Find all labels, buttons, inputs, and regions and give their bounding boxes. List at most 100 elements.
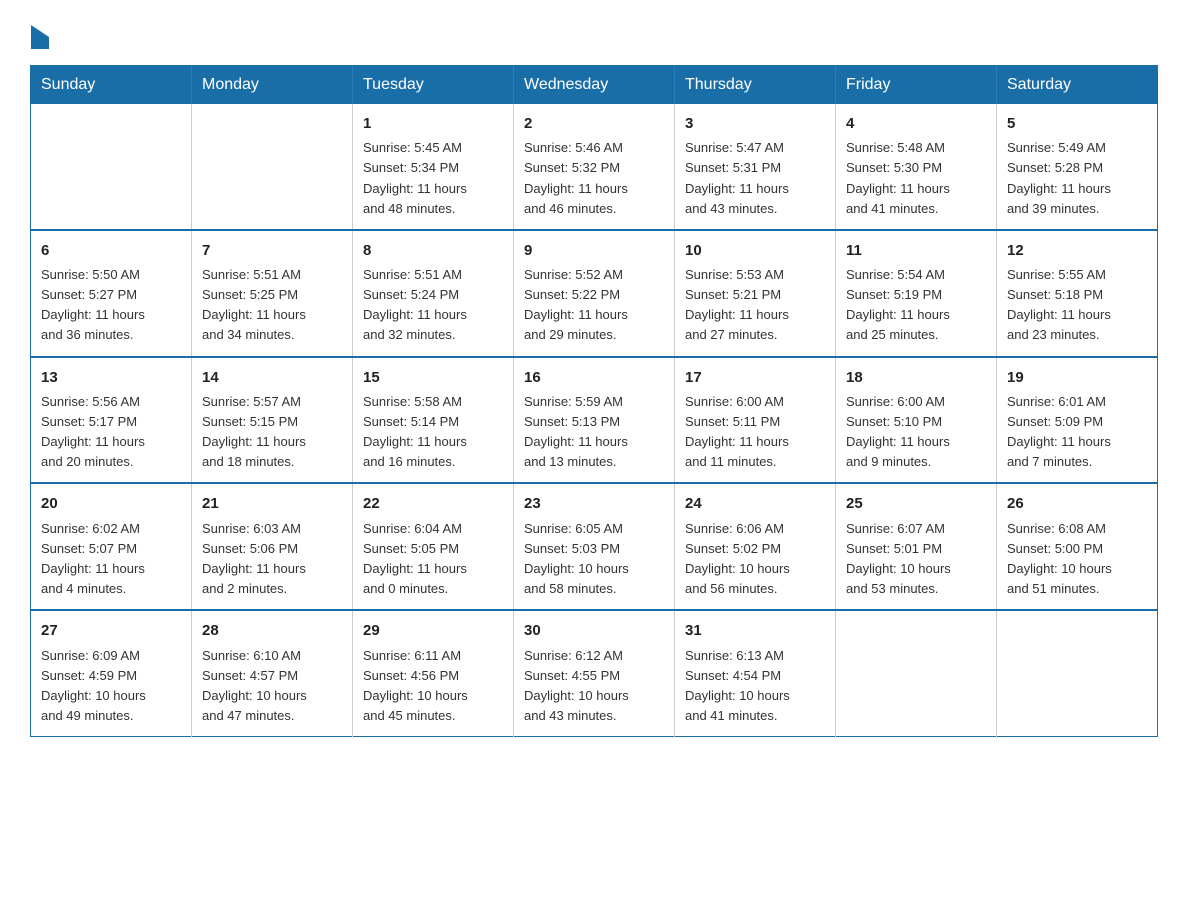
day-number: 9 [524, 239, 664, 262]
day-number: 6 [41, 239, 181, 262]
column-header-friday: Friday [836, 66, 997, 105]
day-number: 31 [685, 619, 825, 642]
day-number: 28 [202, 619, 342, 642]
day-number: 2 [524, 112, 664, 135]
day-number: 8 [363, 239, 503, 262]
day-number: 27 [41, 619, 181, 642]
day-number: 29 [363, 619, 503, 642]
calendar-cell [836, 610, 997, 736]
calendar-cell [31, 104, 192, 230]
day-info: Sunrise: 6:12 AM Sunset: 4:55 PM Dayligh… [524, 646, 664, 727]
calendar-cell: 31 Sunrise: 6:13 AM Sunset: 4:54 PM Dayli… [675, 610, 836, 736]
column-header-tuesday: Tuesday [353, 66, 514, 105]
day-info: Sunrise: 6:13 AM Sunset: 4:54 PM Dayligh… [685, 646, 825, 727]
calendar-cell: 1 Sunrise: 5:45 AM Sunset: 5:34 PM Daylig… [353, 104, 514, 230]
day-number: 17 [685, 366, 825, 389]
calendar-cell: 4 Sunrise: 5:48 AM Sunset: 5:30 PM Daylig… [836, 104, 997, 230]
day-info: Sunrise: 6:03 AM Sunset: 5:06 PM Dayligh… [202, 519, 342, 600]
calendar-cell: 11Sunrise: 5:54 AM Sunset: 5:19 PM Dayli… [836, 230, 997, 357]
day-info: Sunrise: 5:47 AM Sunset: 5:31 PM Dayligh… [685, 138, 825, 219]
day-info: Sunrise: 5:57 AM Sunset: 5:15 PM Dayligh… [202, 392, 342, 473]
day-info: Sunrise: 5:52 AM Sunset: 5:22 PM Dayligh… [524, 265, 664, 346]
calendar-week-row: 1 Sunrise: 5:45 AM Sunset: 5:34 PM Daylig… [31, 104, 1158, 230]
column-header-sunday: Sunday [31, 66, 192, 105]
calendar-cell: 5 Sunrise: 5:49 AM Sunset: 5:28 PM Daylig… [997, 104, 1158, 230]
calendar-week-row: 13 Sunrise: 5:56 AM Sunset: 5:17 PM Dayli… [31, 357, 1158, 484]
day-number: 19 [1007, 366, 1147, 389]
day-info: Sunrise: 5:45 AM Sunset: 5:34 PM Dayligh… [363, 138, 503, 219]
day-info: Sunrise: 5:50 AM Sunset: 5:27 PM Dayligh… [41, 265, 181, 346]
day-number: 10 [685, 239, 825, 262]
day-info: Sunrise: 6:05 AM Sunset: 5:03 PM Dayligh… [524, 519, 664, 600]
day-number: 30 [524, 619, 664, 642]
day-info: Sunrise: 5:58 AM Sunset: 5:14 PM Dayligh… [363, 392, 503, 473]
calendar-cell: 7Sunrise: 5:51 AM Sunset: 5:25 PM Daylig… [192, 230, 353, 357]
day-number: 1 [363, 112, 503, 135]
day-number: 22 [363, 492, 503, 515]
column-header-thursday: Thursday [675, 66, 836, 105]
day-info: Sunrise: 5:56 AM Sunset: 5:17 PM Dayligh… [41, 392, 181, 473]
day-info: Sunrise: 6:06 AM Sunset: 5:02 PM Dayligh… [685, 519, 825, 600]
logo [30, 20, 49, 49]
day-info: Sunrise: 5:59 AM Sunset: 5:13 PM Dayligh… [524, 392, 664, 473]
calendar-cell: 10 Sunrise: 5:53 AM Sunset: 5:21 PM Dayli… [675, 230, 836, 357]
calendar-cell: 27 Sunrise: 6:09 AM Sunset: 4:59 PM Dayli… [31, 610, 192, 736]
day-number: 13 [41, 366, 181, 389]
day-info: Sunrise: 6:00 AM Sunset: 5:11 PM Dayligh… [685, 392, 825, 473]
calendar-cell: 17 Sunrise: 6:00 AM Sunset: 5:11 PM Dayli… [675, 357, 836, 484]
calendar-cell: 12Sunrise: 5:55 AM Sunset: 5:18 PM Dayli… [997, 230, 1158, 357]
calendar-cell: 29 Sunrise: 6:11 AM Sunset: 4:56 PM Dayli… [353, 610, 514, 736]
day-number: 14 [202, 366, 342, 389]
day-info: Sunrise: 5:49 AM Sunset: 5:28 PM Dayligh… [1007, 138, 1147, 219]
calendar-cell: 2 Sunrise: 5:46 AM Sunset: 5:32 PM Daylig… [514, 104, 675, 230]
column-header-saturday: Saturday [997, 66, 1158, 105]
day-info: Sunrise: 5:51 AM Sunset: 5:24 PM Dayligh… [363, 265, 503, 346]
day-info: Sunrise: 5:48 AM Sunset: 5:30 PM Dayligh… [846, 138, 986, 219]
day-info: Sunrise: 6:10 AM Sunset: 4:57 PM Dayligh… [202, 646, 342, 727]
day-number: 3 [685, 112, 825, 135]
calendar-cell [997, 610, 1158, 736]
day-info: Sunrise: 5:46 AM Sunset: 5:32 PM Dayligh… [524, 138, 664, 219]
calendar-cell: 25 Sunrise: 6:07 AM Sunset: 5:01 PM Dayli… [836, 483, 997, 610]
calendar-cell: 13 Sunrise: 5:56 AM Sunset: 5:17 PM Dayli… [31, 357, 192, 484]
calendar-cell: 21 Sunrise: 6:03 AM Sunset: 5:06 PM Dayli… [192, 483, 353, 610]
calendar-cell: 8 Sunrise: 5:51 AM Sunset: 5:24 PM Daylig… [353, 230, 514, 357]
calendar-table: SundayMondayTuesdayWednesdayThursdayFrid… [30, 65, 1158, 737]
day-info: Sunrise: 6:09 AM Sunset: 4:59 PM Dayligh… [41, 646, 181, 727]
day-number: 15 [363, 366, 503, 389]
day-number: 24 [685, 492, 825, 515]
calendar-cell: 15 Sunrise: 5:58 AM Sunset: 5:14 PM Dayli… [353, 357, 514, 484]
day-number: 18 [846, 366, 986, 389]
calendar-cell: 9 Sunrise: 5:52 AM Sunset: 5:22 PM Daylig… [514, 230, 675, 357]
day-number: 5 [1007, 112, 1147, 135]
day-info: Sunrise: 6:07 AM Sunset: 5:01 PM Dayligh… [846, 519, 986, 600]
day-info: Sunrise: 6:04 AM Sunset: 5:05 PM Dayligh… [363, 519, 503, 600]
calendar-cell: 23 Sunrise: 6:05 AM Sunset: 5:03 PM Dayli… [514, 483, 675, 610]
day-info: Sunrise: 5:51 AM Sunset: 5:25 PM Dayligh… [202, 265, 342, 346]
calendar-cell: 14 Sunrise: 5:57 AM Sunset: 5:15 PM Dayli… [192, 357, 353, 484]
day-info: Sunrise: 5:54 AM Sunset: 5:19 PM Dayligh… [846, 265, 986, 346]
day-number: 21 [202, 492, 342, 515]
calendar-cell: 20Sunrise: 6:02 AM Sunset: 5:07 PM Dayli… [31, 483, 192, 610]
page-header [30, 20, 1158, 49]
calendar-cell: 28 Sunrise: 6:10 AM Sunset: 4:57 PM Dayli… [192, 610, 353, 736]
column-header-wednesday: Wednesday [514, 66, 675, 105]
day-info: Sunrise: 6:00 AM Sunset: 5:10 PM Dayligh… [846, 392, 986, 473]
calendar-cell [192, 104, 353, 230]
calendar-header-row: SundayMondayTuesdayWednesdayThursdayFrid… [31, 66, 1158, 105]
day-number: 25 [846, 492, 986, 515]
day-number: 23 [524, 492, 664, 515]
day-number: 20 [41, 492, 181, 515]
column-header-monday: Monday [192, 66, 353, 105]
calendar-cell: 19 Sunrise: 6:01 AM Sunset: 5:09 PM Dayli… [997, 357, 1158, 484]
day-info: Sunrise: 5:53 AM Sunset: 5:21 PM Dayligh… [685, 265, 825, 346]
day-info: Sunrise: 6:01 AM Sunset: 5:09 PM Dayligh… [1007, 392, 1147, 473]
day-number: 12 [1007, 239, 1147, 262]
day-info: Sunrise: 6:11 AM Sunset: 4:56 PM Dayligh… [363, 646, 503, 727]
day-number: 4 [846, 112, 986, 135]
calendar-cell: 18 Sunrise: 6:00 AM Sunset: 5:10 PM Dayli… [836, 357, 997, 484]
calendar-cell: 22 Sunrise: 6:04 AM Sunset: 5:05 PM Dayli… [353, 483, 514, 610]
calendar-cell: 16Sunrise: 5:59 AM Sunset: 5:13 PM Dayli… [514, 357, 675, 484]
day-number: 26 [1007, 492, 1147, 515]
calendar-week-row: 20Sunrise: 6:02 AM Sunset: 5:07 PM Dayli… [31, 483, 1158, 610]
